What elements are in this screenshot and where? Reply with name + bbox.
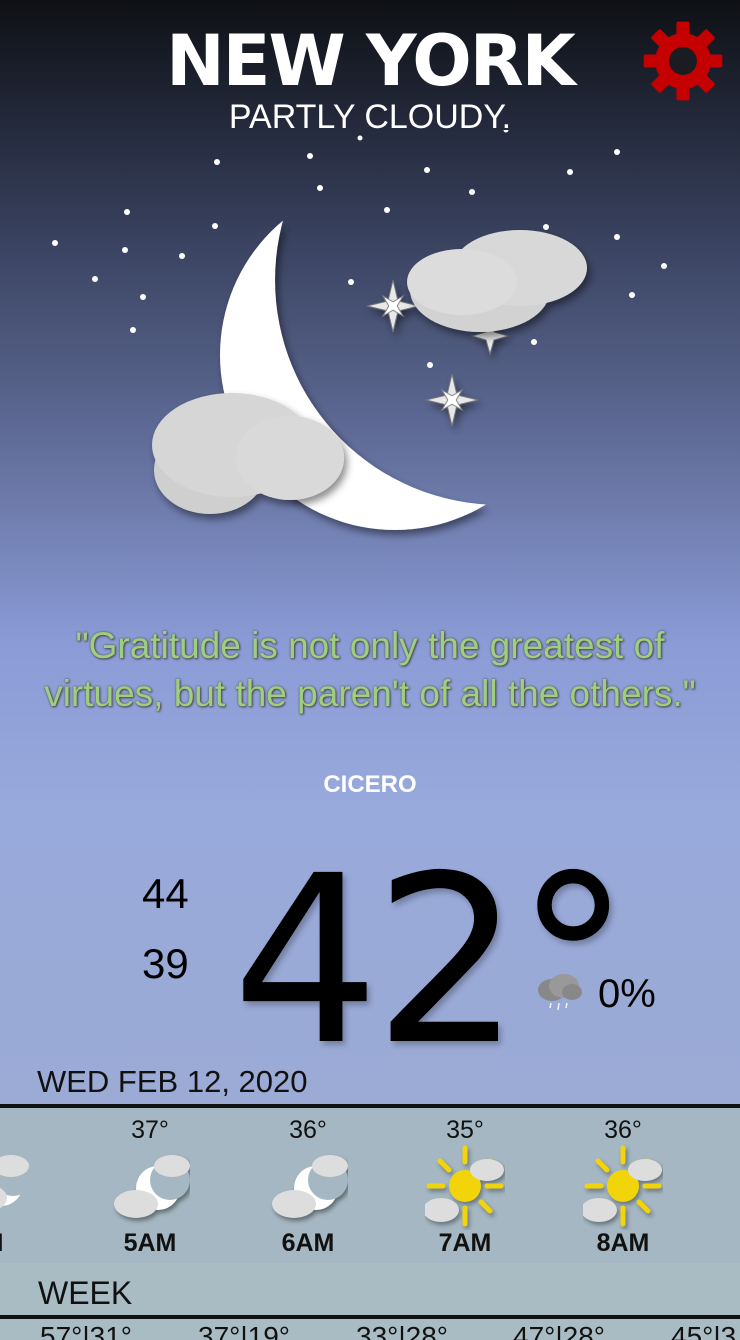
hourly-time: 6AM <box>281 1229 335 1257</box>
weekly-forecast-row[interactable]: 57°|31° 37°|19° 33°|28° 47°|28° 45°|3 <box>0 1319 740 1340</box>
high-temperature: 44 <box>142 870 189 917</box>
moon-clouds-stars-icon <box>52 130 667 530</box>
week-day-range: 37°|19° <box>198 1321 290 1340</box>
week-day-range: 47°|28° <box>513 1321 605 1340</box>
moon-cloud-icon <box>0 1155 33 1209</box>
quote-author: CICERO <box>323 771 417 798</box>
hourly-item[interactable]: 35° 7AM <box>400 1108 530 1263</box>
week-label: WEEK <box>38 1275 133 1311</box>
moon-cloud-icon <box>272 1155 348 1218</box>
hourly-time: 5AM <box>123 1229 177 1257</box>
hourly-item[interactable]: ° M <box>0 1108 58 1263</box>
hourly-temp: ° <box>0 1116 58 1145</box>
hourly-time: M <box>0 1229 58 1258</box>
hourly-item[interactable]: 36° 8AM <box>558 1108 688 1263</box>
hourly-time: 8AM <box>596 1229 650 1257</box>
sun-cloud-icon <box>583 1145 662 1227</box>
rain-cloud-icon <box>538 974 582 1011</box>
low-temperature: 39 <box>142 940 189 987</box>
hourly-item[interactable]: 36° 6AM <box>243 1108 373 1263</box>
precipitation-chance: 0% <box>598 972 656 1016</box>
current-temperature: 42° <box>232 826 631 1096</box>
week-day-range: 33°|28° <box>356 1321 448 1340</box>
hourly-temp: 35° <box>446 1116 484 1144</box>
hourly-temp: 37° <box>131 1116 169 1144</box>
moon-cloud-icon <box>114 1155 190 1218</box>
week-day-range: 45°|3 <box>671 1321 737 1340</box>
quote-text: "Gratitude is not only the greatest of v… <box>44 625 696 714</box>
week-header[interactable]: WEEK <box>0 1263 740 1319</box>
hourly-item[interactable]: 37° 5AM <box>85 1108 215 1263</box>
hourly-time: 7AM <box>438 1229 492 1257</box>
hourly-temp: 36° <box>604 1116 642 1144</box>
settings-gear-icon[interactable] <box>642 20 724 102</box>
hourly-forecast-strip[interactable]: ° M 37° 5AM 36° <box>0 1104 740 1267</box>
current-date: WED FEB 12, 2020 <box>37 1064 308 1099</box>
hourly-temp: 36° <box>289 1116 327 1144</box>
sun-cloud-icon <box>425 1145 504 1227</box>
week-day-range: 57°|31° <box>40 1321 132 1340</box>
city-name: NEW YORK <box>166 20 576 102</box>
